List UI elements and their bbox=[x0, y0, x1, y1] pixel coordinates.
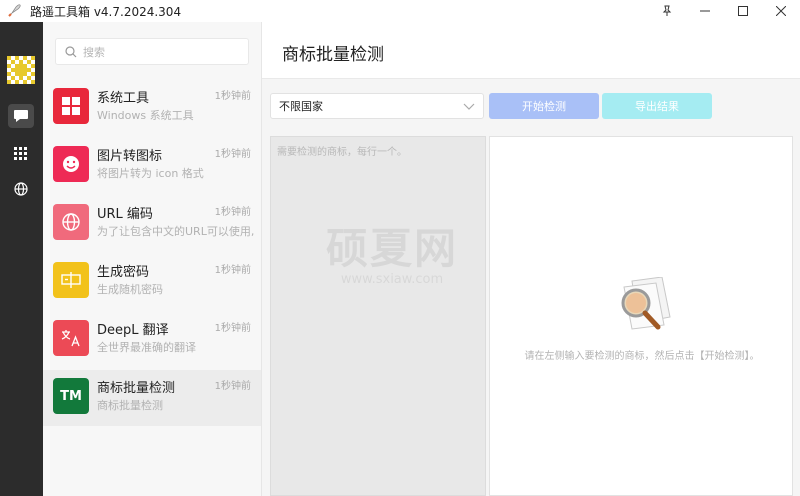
pin-icon[interactable] bbox=[648, 0, 686, 22]
apps-grid-icon[interactable] bbox=[8, 142, 34, 166]
trademark-input-placeholder: 需要检测的商标，每行一个。 bbox=[277, 147, 407, 158]
tool-desc: 生成随机密码 bbox=[97, 283, 163, 296]
maximize-icon[interactable] bbox=[724, 0, 762, 22]
tool-workspace: 不限国家 开始检测 导出结果 需要检测的商标，每行一个。 请在左侧输入要检测的商… bbox=[262, 79, 800, 496]
country-select[interactable]: 不限国家 bbox=[270, 93, 484, 119]
windows-logo-icon bbox=[53, 88, 89, 124]
country-select-value: 不限国家 bbox=[279, 100, 323, 113]
export-results-button[interactable]: 导出结果 bbox=[602, 93, 712, 119]
tool-name: 生成密码 bbox=[97, 265, 150, 280]
tool-time: 1秒钟前 bbox=[214, 381, 251, 392]
list-item-active[interactable]: TM 商标批量检测 商标批量检测 1秒钟前 bbox=[43, 370, 261, 426]
tool-list-pane: 搜索 系统工具 Windows 系统工具 1秒钟前 图片转图标 将图片转为 ic… bbox=[43, 22, 262, 496]
result-hint: 请在左侧输入要检测的商标，然后点击【开始检测】。 bbox=[524, 351, 760, 362]
chevron-down-icon bbox=[463, 103, 475, 110]
tool-desc: 将图片转为 icon 格式 bbox=[97, 167, 204, 180]
tool-desc: 商标批量检测 bbox=[97, 399, 163, 412]
search-icon bbox=[65, 45, 77, 57]
smiley-icon bbox=[53, 146, 89, 182]
tool-name: DeepL 翻译 bbox=[97, 323, 169, 338]
window-title: 路遥工具箱 v4.7.2024.304 bbox=[30, 4, 182, 19]
page-title: 商标批量检测 bbox=[282, 45, 384, 65]
tool-desc: 为了让包含中文的URL可以使用, bbox=[97, 225, 255, 238]
tool-name: 图片转图标 bbox=[97, 149, 163, 164]
trademark-input[interactable]: 需要检测的商标，每行一个。 bbox=[270, 136, 486, 496]
nav-rail bbox=[0, 22, 43, 496]
tool-time: 1秒钟前 bbox=[214, 91, 251, 102]
translate-icon bbox=[53, 320, 89, 356]
list-item[interactable]: 系统工具 Windows 系统工具 1秒钟前 bbox=[43, 80, 261, 136]
document-magnifier-icon bbox=[610, 276, 680, 341]
list-item[interactable]: DeepL 翻译 全世界最准确的翻译 1秒钟前 bbox=[43, 312, 261, 368]
tool-time: 1秒钟前 bbox=[214, 323, 251, 334]
tool-time: 1秒钟前 bbox=[214, 265, 251, 276]
search-placeholder: 搜索 bbox=[83, 45, 105, 59]
trademark-icon: TM bbox=[53, 378, 89, 414]
tool-desc: Windows 系统工具 bbox=[97, 109, 194, 122]
tool-name: URL 编码 bbox=[97, 207, 153, 222]
tool-name: 系统工具 bbox=[97, 91, 150, 106]
app-window: 路遥工具箱 v4.7.2024.304 搜索 系统工具 Windows 系统工具… bbox=[0, 0, 800, 496]
list-item[interactable]: URL 编码 为了让包含中文的URL可以使用, 1秒钟前 bbox=[43, 196, 261, 252]
minimize-icon[interactable] bbox=[686, 0, 724, 22]
title-bar: 路遥工具箱 v4.7.2024.304 bbox=[0, 0, 800, 22]
tool-time: 1秒钟前 bbox=[214, 149, 251, 160]
password-icon bbox=[53, 262, 89, 298]
app-logo bbox=[7, 56, 35, 84]
list-item[interactable]: 生成密码 生成随机密码 1秒钟前 bbox=[43, 254, 261, 310]
result-panel: 请在左侧输入要检测的商标，然后点击【开始检测】。 bbox=[489, 136, 793, 496]
list-item[interactable]: 图片转图标 将图片转为 icon 格式 1秒钟前 bbox=[43, 138, 261, 194]
chat-icon[interactable] bbox=[8, 104, 34, 128]
globe-icon[interactable] bbox=[8, 177, 34, 201]
start-check-button[interactable]: 开始检测 bbox=[489, 93, 599, 119]
tool-desc: 全世界最准确的翻译 bbox=[97, 341, 196, 354]
close-icon[interactable] bbox=[762, 0, 800, 22]
search-input[interactable]: 搜索 bbox=[55, 38, 249, 65]
tool-name: 商标批量检测 bbox=[97, 381, 176, 396]
globe-icon bbox=[53, 204, 89, 240]
tool-time: 1秒钟前 bbox=[214, 207, 251, 218]
main-content: 商标批量检测 不限国家 开始检测 导出结果 需要检测的商标，每行一个。 请在左侧… bbox=[262, 22, 800, 496]
rocket-icon bbox=[6, 3, 22, 19]
